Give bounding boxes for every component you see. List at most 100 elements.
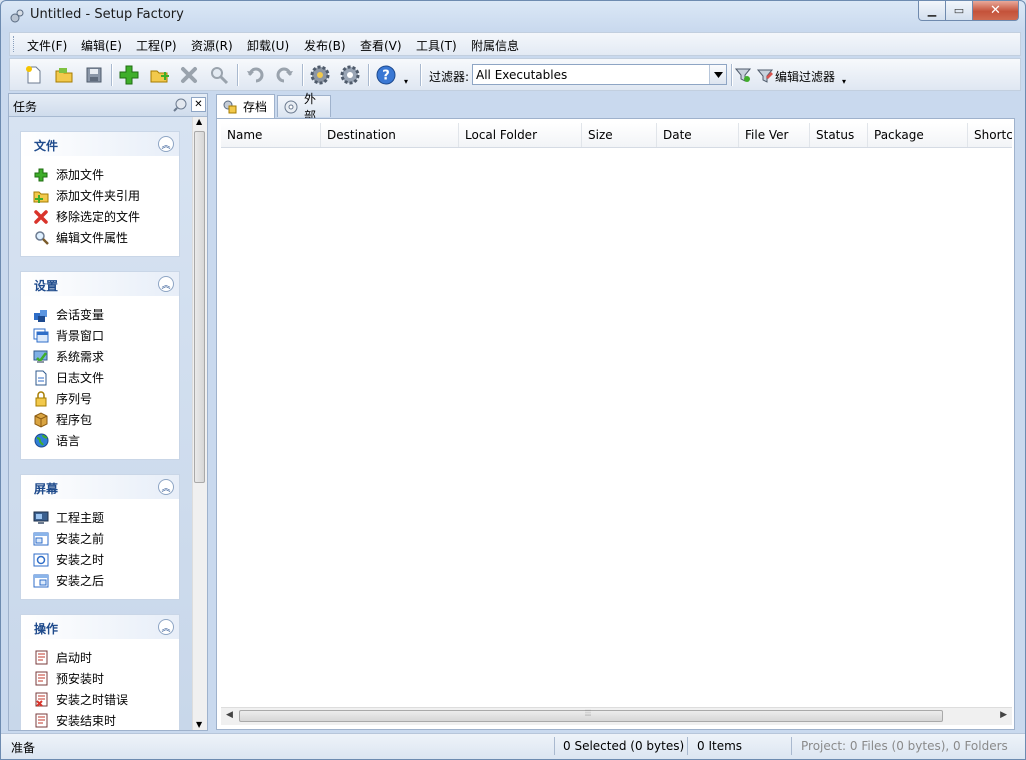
task-after-installing[interactable]: 安装之后 bbox=[33, 570, 179, 591]
minimize-button[interactable]: ▁ bbox=[918, 1, 946, 21]
help-question-icon: ? bbox=[376, 65, 396, 85]
task-group-title: 屏幕 bbox=[34, 482, 59, 496]
menu-publish[interactable]: 发布(B) bbox=[304, 37, 346, 54]
add-files-button[interactable] bbox=[117, 63, 141, 87]
task-panel-scrollbar[interactable]: ▲ ▼ bbox=[192, 117, 207, 730]
menubar-grip[interactable] bbox=[13, 36, 17, 52]
task-background-window[interactable]: 背景窗口 bbox=[33, 325, 179, 346]
delete-x-icon bbox=[181, 67, 197, 83]
column-status[interactable]: Status bbox=[810, 123, 868, 147]
column-shortcut[interactable]: Shortc bbox=[968, 123, 1012, 147]
redo-button[interactable] bbox=[273, 63, 297, 87]
filter-select[interactable]: All Executables bbox=[472, 64, 727, 85]
menu-bar: 文件(F) 编辑(E) 工程(P) 资源(R) 卸载(U) 发布(B) 查看(V… bbox=[9, 32, 1021, 56]
settings-button[interactable] bbox=[338, 63, 362, 87]
collapse-chevron-icon[interactable]: ︽ bbox=[158, 619, 174, 635]
app-window: Untitled - Setup Factory ▁ ▭ ✕ 文件(F) 编辑(… bbox=[0, 0, 1026, 760]
tab-external[interactable]: 外部 bbox=[277, 92, 331, 123]
gear-build-icon bbox=[310, 65, 330, 85]
task-panel-scroll-thumb[interactable] bbox=[194, 131, 205, 483]
task-serial-numbers[interactable]: 序列号 bbox=[33, 388, 179, 409]
task-remove-selected-files[interactable]: 移除选定的文件 bbox=[33, 206, 179, 227]
column-name[interactable]: Name bbox=[221, 123, 321, 147]
column-size[interactable]: Size bbox=[582, 123, 657, 147]
column-file-version[interactable]: File Ver bbox=[739, 123, 810, 147]
open-project-button[interactable] bbox=[52, 63, 76, 87]
scroll-down-arrow-icon[interactable]: ▼ bbox=[196, 720, 202, 729]
files-scroll-thumb[interactable]: ⦙⦙⦙ bbox=[239, 709, 943, 722]
menu-tools[interactable]: 工具(T) bbox=[416, 37, 457, 54]
column-destination[interactable]: Destination bbox=[321, 123, 459, 147]
menu-view[interactable]: 查看(V) bbox=[360, 37, 402, 54]
collapse-chevron-icon[interactable]: ︽ bbox=[158, 479, 174, 495]
undo-icon bbox=[247, 67, 264, 83]
toolbar-separator bbox=[237, 64, 239, 86]
screen-window-icon bbox=[33, 573, 49, 589]
toolbar-overflow-icon[interactable]: ▾ bbox=[842, 77, 846, 86]
task-before-installing[interactable]: 安装之前 bbox=[33, 528, 179, 549]
svg-text:?: ? bbox=[382, 69, 390, 84]
scroll-up-arrow-icon[interactable]: ▲ bbox=[196, 117, 202, 126]
task-on-startup[interactable]: 启动时 bbox=[33, 647, 179, 668]
collapse-chevron-icon[interactable]: ︽ bbox=[158, 276, 174, 292]
maximize-button[interactable]: ▭ bbox=[946, 1, 973, 21]
apply-filter-button[interactable] bbox=[734, 63, 752, 87]
add-folder-reference-button[interactable] bbox=[147, 63, 171, 87]
chevron-down-icon[interactable] bbox=[709, 65, 726, 84]
task-log-file[interactable]: 日志文件 bbox=[33, 367, 179, 388]
file-properties-button[interactable] bbox=[207, 63, 231, 87]
help-button[interactable]: ? bbox=[374, 63, 398, 87]
pin-icon[interactable] bbox=[172, 97, 188, 116]
close-button[interactable]: ✕ bbox=[973, 1, 1019, 21]
menu-uninstall[interactable]: 卸载(U) bbox=[247, 37, 289, 54]
task-group-header[interactable]: 文件 ︽ bbox=[21, 132, 179, 156]
column-package[interactable]: Package bbox=[868, 123, 968, 147]
save-button[interactable] bbox=[82, 63, 106, 87]
magnifier-icon bbox=[211, 67, 229, 85]
menu-resources[interactable]: 资源(R) bbox=[191, 37, 233, 54]
column-local-folder[interactable]: Local Folder bbox=[459, 123, 582, 147]
scroll-left-arrow-icon[interactable]: ◀ bbox=[226, 710, 233, 720]
task-on-post-install[interactable]: 安装结束时 bbox=[33, 710, 179, 730]
task-system-requirements[interactable]: 系统需求 bbox=[33, 346, 179, 367]
package-icon bbox=[33, 411, 49, 428]
undo-button[interactable] bbox=[243, 63, 267, 87]
remove-files-button[interactable] bbox=[177, 63, 201, 87]
add-folder-icon bbox=[33, 188, 49, 204]
files-list-view[interactable]: Name Destination Local Folder Size Date … bbox=[216, 118, 1015, 730]
task-project-theme[interactable]: 工程主题 bbox=[33, 507, 179, 528]
task-group-screens: 屏幕 ︽ 工程主题 安装之前 安装之时 安装之后 bbox=[20, 474, 180, 600]
task-on-pre-install[interactable]: 预安装时 bbox=[33, 668, 179, 689]
task-edit-file-properties[interactable]: 编辑文件属性 bbox=[33, 227, 179, 248]
save-disk-icon bbox=[86, 67, 102, 83]
task-group-header[interactable]: 设置 ︽ bbox=[21, 272, 179, 296]
new-document-icon bbox=[26, 66, 41, 84]
window-icon bbox=[33, 328, 49, 344]
column-date[interactable]: Date bbox=[657, 123, 739, 147]
task-add-folder-reference[interactable]: 添加文件夹引用 bbox=[33, 185, 179, 206]
collapse-chevron-icon[interactable]: ︽ bbox=[158, 136, 174, 152]
help-dropdown-icon[interactable]: ▾ bbox=[404, 77, 408, 86]
edit-filter-button[interactable]: 编辑过滤器 bbox=[775, 68, 835, 85]
build-button[interactable] bbox=[308, 63, 332, 87]
task-session-variables[interactable]: 会话变量 bbox=[33, 304, 179, 325]
menu-extras[interactable]: 附属信息 bbox=[471, 37, 519, 54]
task-add-file[interactable]: 添加文件 bbox=[33, 164, 179, 185]
scroll-right-arrow-icon[interactable]: ▶ bbox=[1000, 710, 1007, 720]
files-horizontal-scrollbar[interactable]: ◀ ⦙⦙⦙ ▶ bbox=[221, 707, 1012, 725]
task-while-installing[interactable]: 安装之时 bbox=[33, 549, 179, 570]
menu-edit[interactable]: 编辑(E) bbox=[81, 37, 122, 54]
task-languages[interactable]: 语言 bbox=[33, 430, 179, 451]
tab-archive[interactable]: 存档 bbox=[216, 94, 275, 118]
task-group-header[interactable]: 操作 ︽ bbox=[21, 615, 179, 639]
new-project-button[interactable] bbox=[22, 63, 46, 87]
menu-file[interactable]: 文件(F) bbox=[27, 37, 67, 54]
task-group-header[interactable]: 屏幕 ︽ bbox=[21, 475, 179, 499]
task-packages[interactable]: 程序包 bbox=[33, 409, 179, 430]
status-items-count: 0 Items bbox=[697, 739, 743, 753]
task-on-install-error[interactable]: 安装之时错误 bbox=[33, 689, 179, 710]
redo-icon bbox=[276, 67, 293, 83]
close-panel-icon[interactable]: ✕ bbox=[191, 97, 206, 112]
disc-icon bbox=[284, 100, 298, 114]
menu-project[interactable]: 工程(P) bbox=[136, 37, 177, 54]
